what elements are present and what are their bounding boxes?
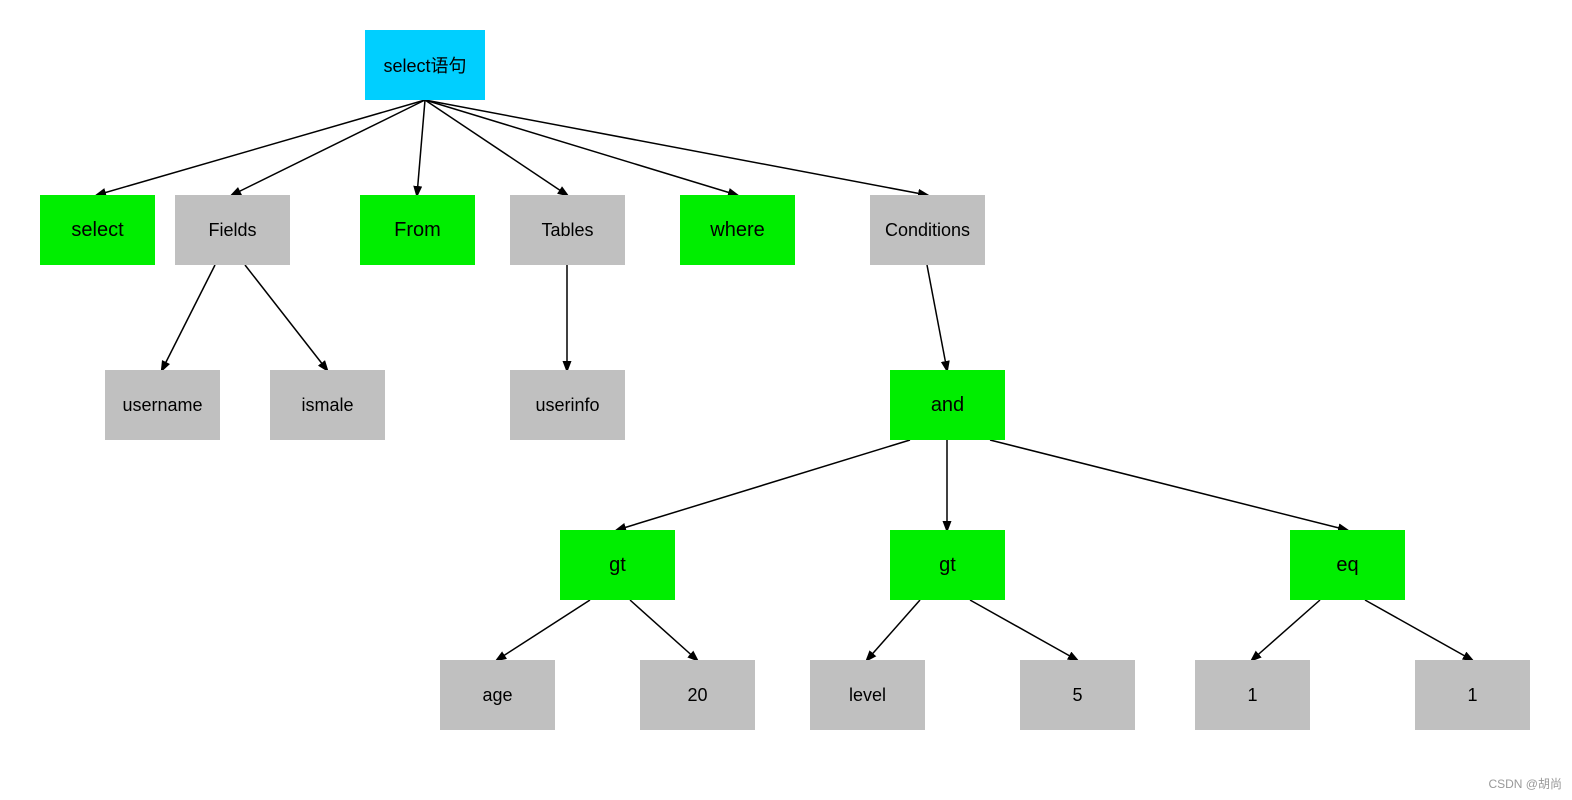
node-age: age <box>440 660 555 730</box>
node-level: level <box>810 660 925 730</box>
node-and: and <box>890 370 1005 440</box>
arrows-svg <box>0 0 1572 800</box>
node-eq: eq <box>1290 530 1405 600</box>
node-20: 20 <box>640 660 755 730</box>
node-gt1: gt <box>560 530 675 600</box>
node-username: username <box>105 370 220 440</box>
watermark: CSDN @胡尚 <box>1488 775 1562 792</box>
node-root: select语句 <box>365 30 485 100</box>
node-select: select <box>40 195 155 265</box>
tree-container: select语句 select Fields From Tables where… <box>0 0 1572 800</box>
node-gt2: gt <box>890 530 1005 600</box>
node-where: where <box>680 195 795 265</box>
node-ismale: ismale <box>270 370 385 440</box>
node-conditions: Conditions <box>870 195 985 265</box>
node-one1: 1 <box>1195 660 1310 730</box>
node-5: 5 <box>1020 660 1135 730</box>
node-one2: 1 <box>1415 660 1530 730</box>
node-from: From <box>360 195 475 265</box>
node-userinfo: userinfo <box>510 370 625 440</box>
node-fields: Fields <box>175 195 290 265</box>
node-tables: Tables <box>510 195 625 265</box>
